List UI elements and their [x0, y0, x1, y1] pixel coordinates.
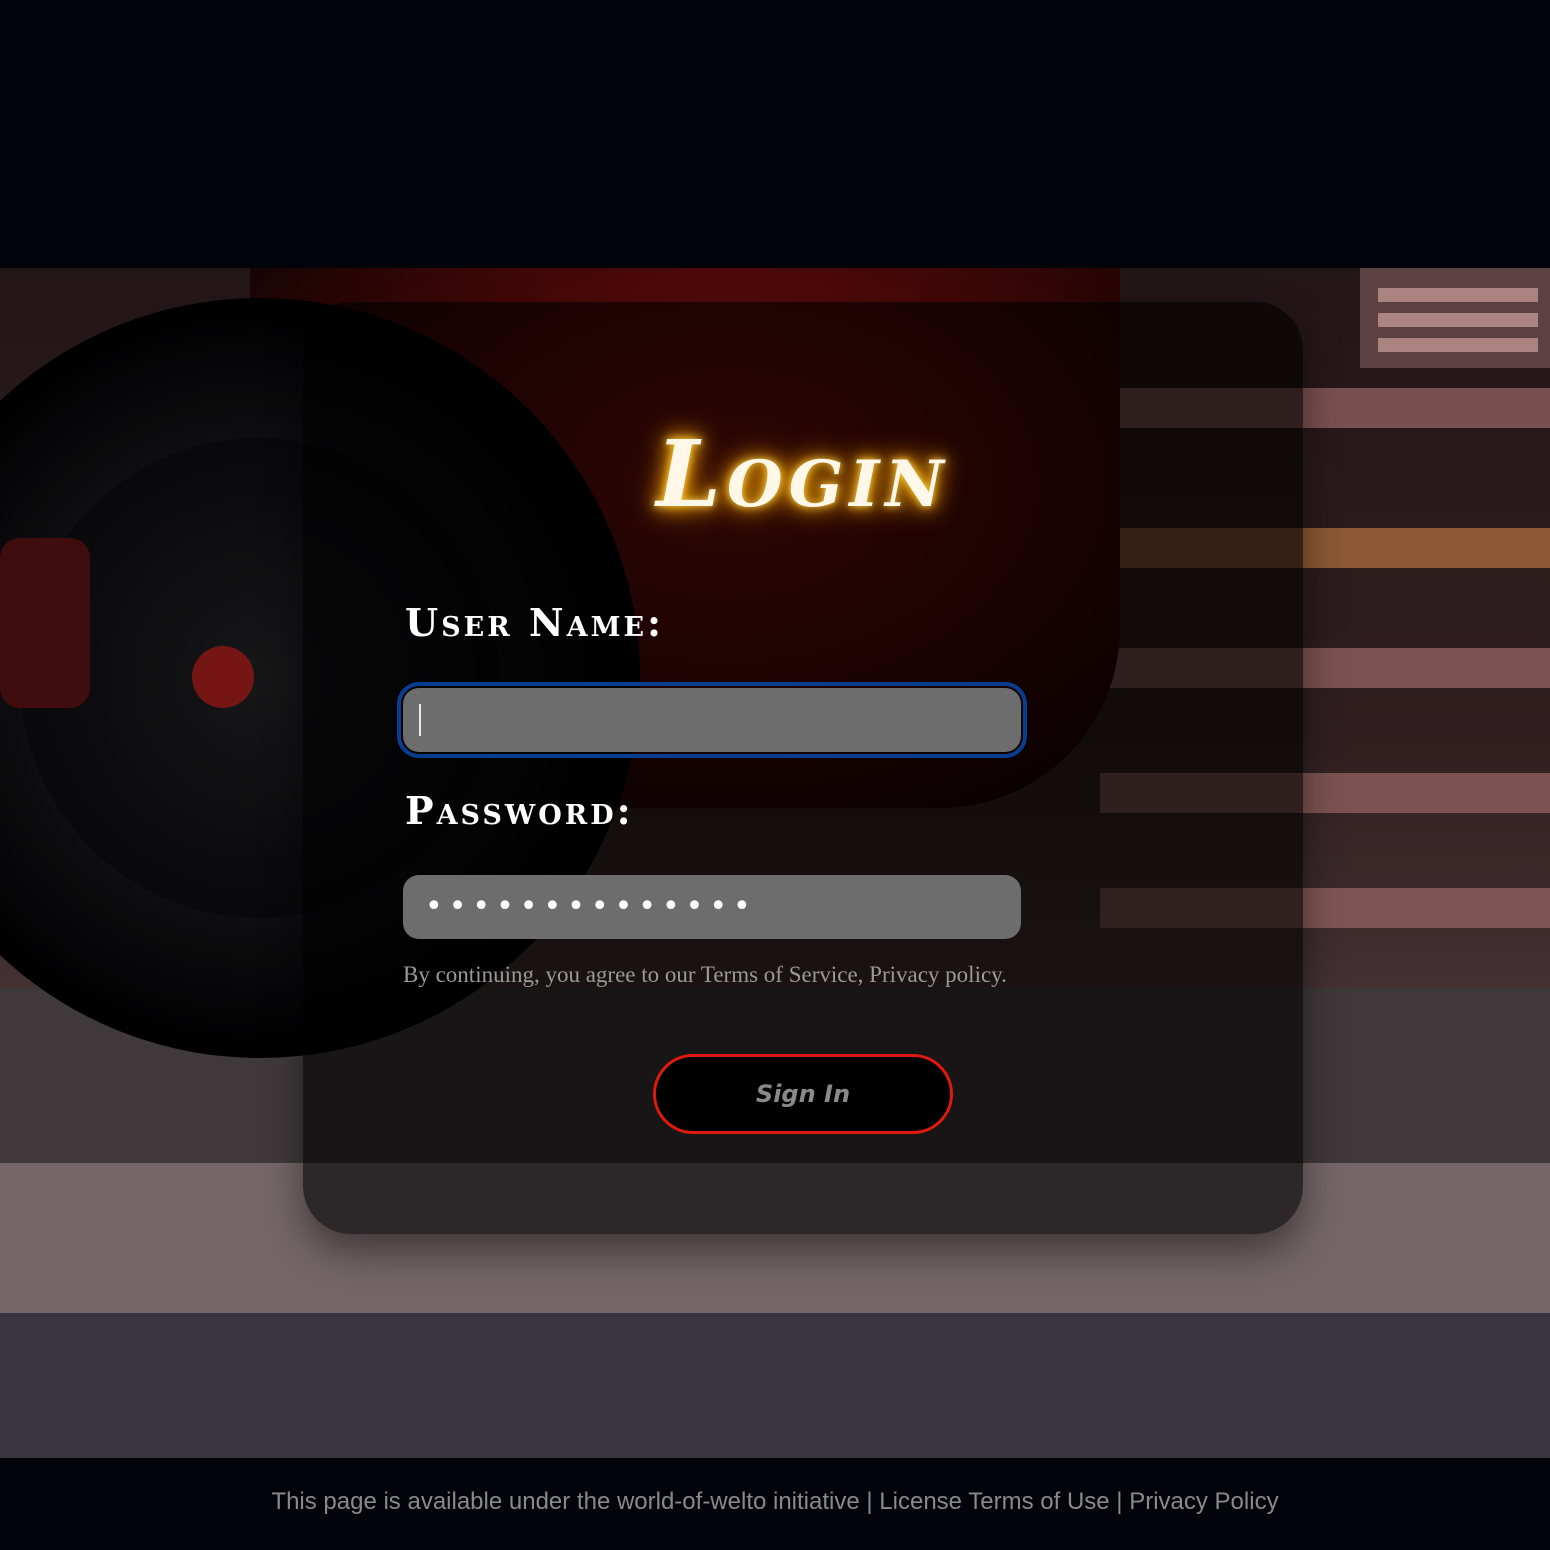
username-label: User Name: — [405, 600, 665, 645]
terms-notice: By continuing, you agree to our Terms of… — [403, 962, 1007, 987]
footer-separator: | — [866, 1488, 873, 1515]
password-masked-value: •••••••••••••• — [425, 889, 757, 924]
sign-in-button[interactable]: Sign In — [653, 1054, 953, 1134]
license-terms-link[interactable]: License Terms of Use — [879, 1488, 1109, 1515]
text-caret — [419, 704, 421, 736]
top-band — [0, 0, 1550, 268]
password-input[interactable]: •••••••••••••• — [403, 875, 1021, 939]
login-title: Login — [656, 420, 950, 528]
password-label: Password: — [405, 788, 634, 833]
username-input[interactable] — [397, 682, 1027, 758]
footer: This page is available under the world-o… — [0, 1458, 1550, 1550]
footer-separator: | — [1116, 1488, 1123, 1515]
footer-notice: This page is available under the world-o… — [271, 1488, 860, 1515]
login-card: Login User Name: Password: •••••••••••••… — [303, 302, 1303, 1234]
privacy-policy-link[interactable]: Privacy Policy — [1129, 1488, 1278, 1515]
